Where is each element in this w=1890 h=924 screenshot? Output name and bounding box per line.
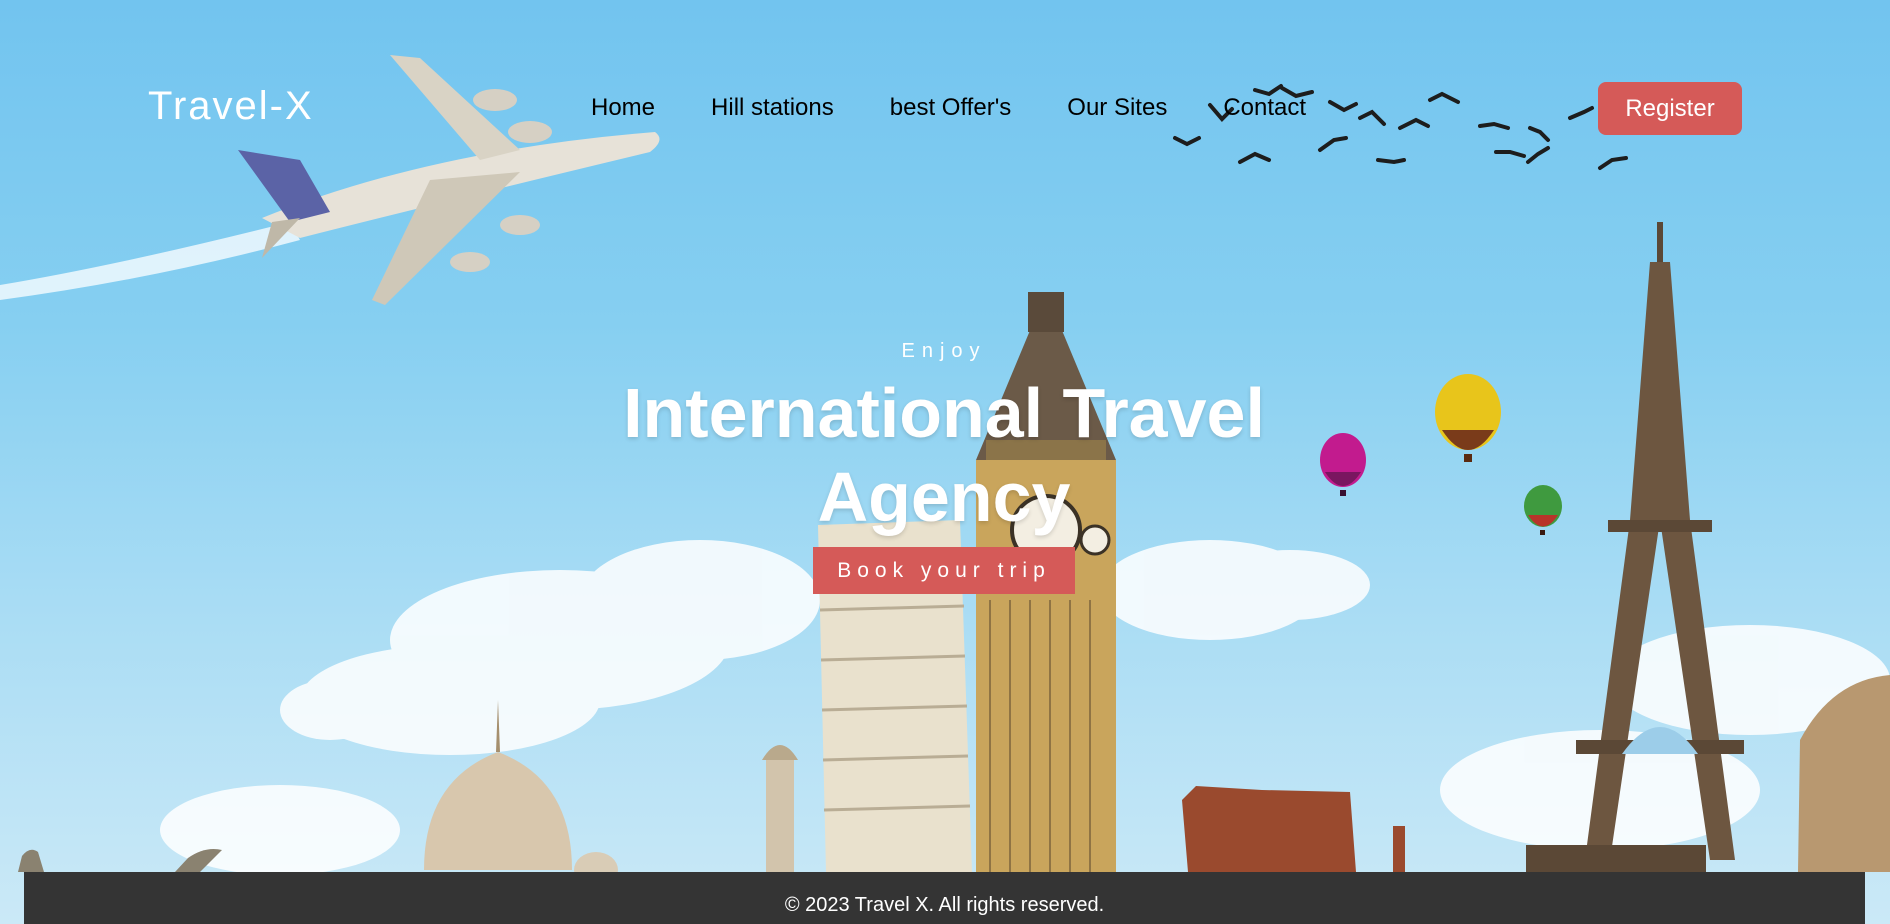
hero-headline: International Travel Agency (623, 374, 1265, 536)
hero-content: Enjoy International Travel Agency Book y… (560, 340, 1328, 594)
footer-copyright: © 2023 Travel X. All rights reserved. (784, 894, 1105, 916)
red-rock-image (1182, 786, 1356, 872)
hot-air-balloons (1320, 374, 1562, 535)
brand-logo[interactable]: Travel-X (148, 84, 314, 129)
main-navigation: Home Hill stations best Offer's Our Site… (591, 94, 1362, 122)
hero-section: Travel-X Home Hill stations best Offer's… (0, 0, 1890, 924)
nav-link-best-offers[interactable]: best Offer's (890, 94, 1012, 122)
register-button[interactable]: Register (1598, 82, 1742, 135)
hero-kicker: Enjoy (901, 340, 987, 362)
page-footer: © 2023 Travel X. All rights reserved. (24, 872, 1865, 924)
nav-link-contact[interactable]: Contact (1223, 94, 1306, 122)
nav-link-home[interactable]: Home (591, 94, 655, 122)
nav-link-hill-stations[interactable]: Hill stations (711, 94, 834, 122)
nav-link-our-sites[interactable]: Our Sites (1067, 94, 1167, 122)
contrail (0, 222, 300, 300)
book-trip-button[interactable]: Book your trip (813, 547, 1075, 594)
